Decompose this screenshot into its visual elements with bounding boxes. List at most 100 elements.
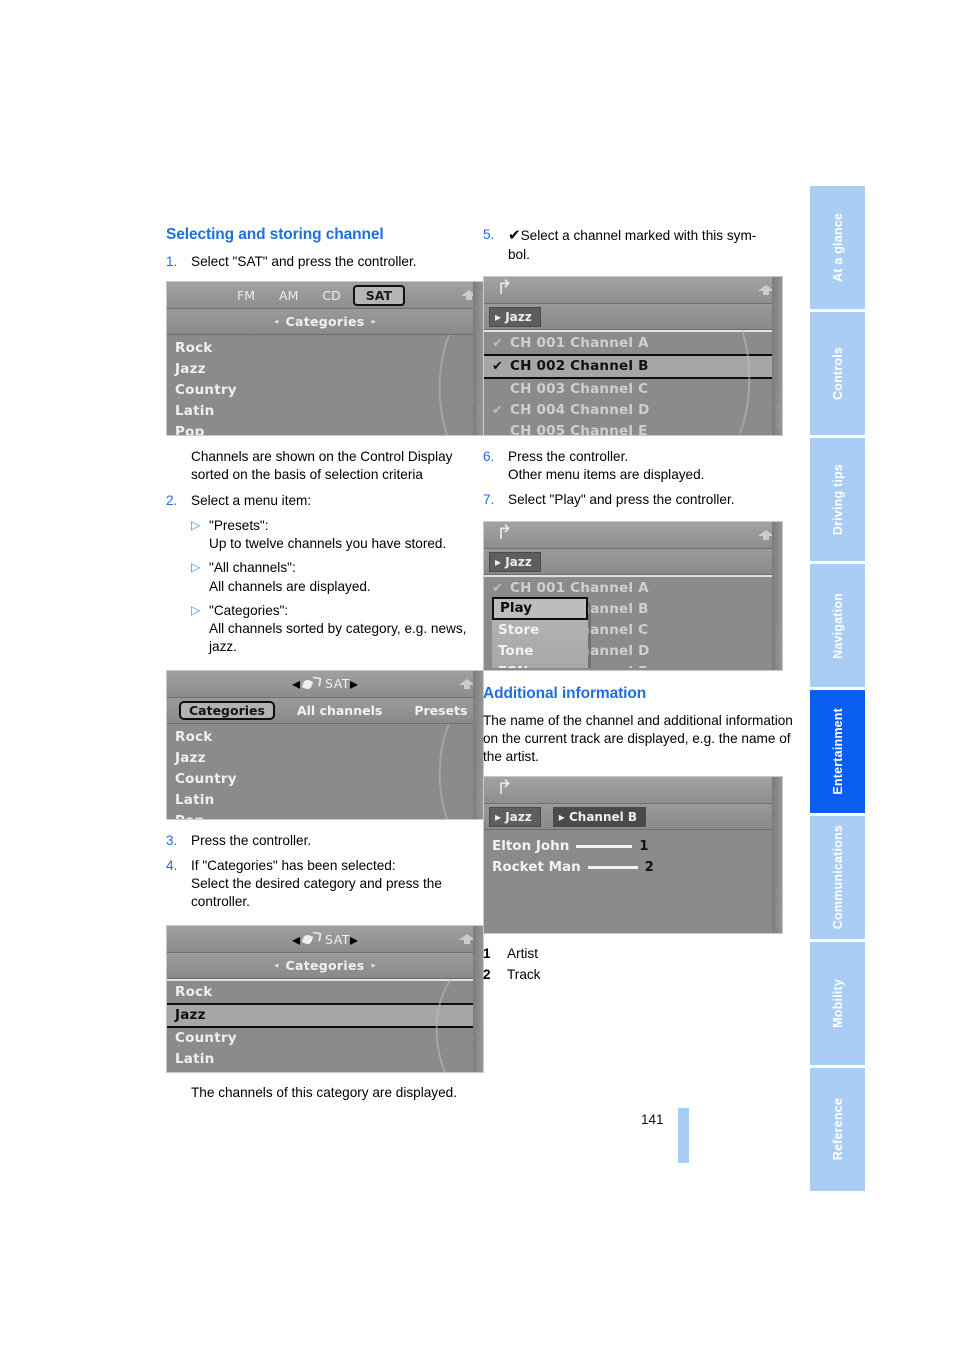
tab-categories[interactable]: Categories [179,700,275,720]
figure-code: CP_TEST_01 [475,390,481,430]
sidebar-item-driving-tips[interactable]: Driving tips [810,438,865,561]
screen-topbar [484,277,782,305]
info-row-track: Rocket Man 2 [484,857,782,878]
category-list: Rock Jazz Country Latin Pop [167,979,483,1073]
breadcrumb-jazz[interactable]: ▸ Jazz [489,806,541,827]
breadcrumb-label: Jazz [505,554,532,569]
sidebar-item-label: Controls [830,347,845,400]
table-row[interactable]: ✔ CH 004 Channel D [484,400,782,421]
list-item[interactable]: Rock [167,727,483,748]
page-marker [678,1108,689,1163]
left-column: Selecting and storing channel 1. Select … [166,226,486,1100]
breadcrumb-jazz[interactable]: ▸ Jazz [489,306,541,327]
bullet-title: "All channels": [209,560,296,576]
list-item[interactable]: Pop [167,1070,483,1072]
step-4: 4. If "Categories" has been selected: Se… [166,857,486,911]
channel-label: CH 001 Channel A [510,335,649,352]
step-1: 1. Select "SAT" and press the controller… [166,253,486,271]
chevron-right-icon[interactable]: ▸ [371,317,376,327]
screenshot-category-selected: ◂ SAT ▸ ◂ Categories ▸ Rock Jazz Country [166,925,484,1074]
step-text-line2: Other menu items are displayed. [508,467,705,483]
list-item[interactable]: Pop [167,811,483,819]
legend-number: 1 [483,946,491,962]
sidebar-item-entertainment[interactable]: Entertainment [810,690,865,813]
chevron-left-icon[interactable]: ◂ [274,317,279,327]
menu-item-store[interactable]: Store [492,620,588,641]
checkmark-icon: ✔ [508,227,521,244]
list-item[interactable]: Country [167,380,483,401]
sidebar-item-navigation[interactable]: Navigation [810,564,865,687]
sidebar-item-controls[interactable]: Controls [810,312,865,435]
step-text-line1: If "Categories" has been selected: [191,857,396,873]
check-icon: ✔ [492,336,504,352]
sidebar-item-at-a-glance[interactable]: At a glance [810,186,865,309]
category-list: Rock Jazz Country Latin Pop [167,723,483,819]
screen-title: SAT [325,931,350,947]
table-row[interactable]: ✔CH 005 Channel E [484,421,782,435]
breadcrumb-channel-b[interactable]: ▸ Channel B [552,806,647,827]
list-item[interactable]: Pop [167,422,483,435]
source-fm[interactable]: FM [225,288,267,303]
screenshot-now-playing: ▸ Jazz ▸ Channel B Elton John 1 [483,776,783,935]
triangle-bullet-icon: ▷ [191,602,201,617]
step-number: 1. [166,254,178,269]
screenshot-channel-list: ▸ Jazz ✔ CH 001 Channel A ✔CH 002 Channel… [483,276,783,437]
menu-item-play[interactable]: Play [492,597,588,621]
list-item[interactable]: Country [167,769,483,790]
legend-number: 2 [483,967,491,983]
list-item[interactable]: Jazz [167,748,483,769]
step-number: 5. [483,227,495,242]
chevron-left-icon[interactable]: ◂ [292,930,300,949]
menu-item-tone[interactable]: Tone [492,641,588,662]
figure-code: CP_TEST_04 [774,390,780,430]
check-icon: ✔ [492,359,504,375]
list-item-selected[interactable]: Jazz [167,1003,483,1029]
table-row-selected[interactable]: ✔ CH 002 Channel B [484,354,782,380]
list-item[interactable]: Latin [167,790,483,811]
source-am[interactable]: AM [267,288,310,303]
back-arrow-icon[interactable] [496,528,516,542]
chevron-right-icon: ▸ [495,809,502,824]
check-icon: ✔ [492,403,504,419]
source-sat[interactable]: SAT [352,284,405,306]
back-arrow-icon[interactable] [496,283,516,297]
breadcrumb-label: Jazz [505,809,532,824]
list-item[interactable]: Jazz [167,359,483,380]
chevron-right-icon[interactable]: ▸ [350,930,358,949]
step-7: 7. Select "Play" and press the controlle… [483,491,803,509]
channel-label: CH 003 Channel C [510,381,649,398]
breadcrumb-jazz[interactable]: ▸ Jazz [489,551,541,572]
subbar-title: Categories [285,958,365,974]
source-cd[interactable]: CD [310,288,352,303]
bullet-all-channels: ▷ "All channels": All channels are displ… [191,559,486,595]
list-item[interactable]: Rock [167,982,483,1003]
step-text-line2: bol. [508,246,530,262]
subbar-title: Categories [285,314,365,330]
screenshot-sources: FM AM CD SAT ◂ Categories ▸ Rock Jazz Co… [166,281,484,437]
tab-all-channels[interactable]: All channels [289,703,390,718]
sidebar-item-reference[interactable]: Reference [810,1068,865,1191]
chevron-right-icon[interactable]: ▸ [371,961,376,971]
sidebar-item-communications[interactable]: Communications [810,816,865,939]
chevron-left-icon[interactable]: ◂ [274,961,279,971]
context-menu: Play Store Tone ESN [492,597,588,669]
list-item[interactable]: Latin [167,1049,483,1070]
satellite-icon [300,677,320,691]
step-6: 6. Press the controller. Other menu item… [483,448,803,484]
list-item[interactable]: Country [167,1028,483,1049]
list-item[interactable]: Latin [167,401,483,422]
table-row[interactable]: ✔ CH 001 Channel A [484,578,782,599]
table-row[interactable]: ✔CH 003 Channel C [484,379,782,400]
legend-track: 2 Track [483,967,803,982]
menu-item-esn[interactable]: ESN [492,662,588,668]
tab-presets[interactable]: Presets [406,703,475,718]
chevron-right-icon: ▸ [495,554,502,569]
chevron-left-icon[interactable]: ◂ [292,674,300,693]
back-arrow-icon[interactable] [496,783,516,797]
screenshot-context-menu: ▸ Jazz ✔CH 001 Channel A ✔CH 002 Channel… [483,521,783,672]
table-row[interactable]: ✔ CH 001 Channel A [484,333,782,354]
sidebar-item-mobility[interactable]: Mobility [810,942,865,1065]
step-number: 3. [166,832,178,848]
chevron-right-icon[interactable]: ▸ [350,674,358,693]
list-item[interactable]: Rock [167,338,483,359]
